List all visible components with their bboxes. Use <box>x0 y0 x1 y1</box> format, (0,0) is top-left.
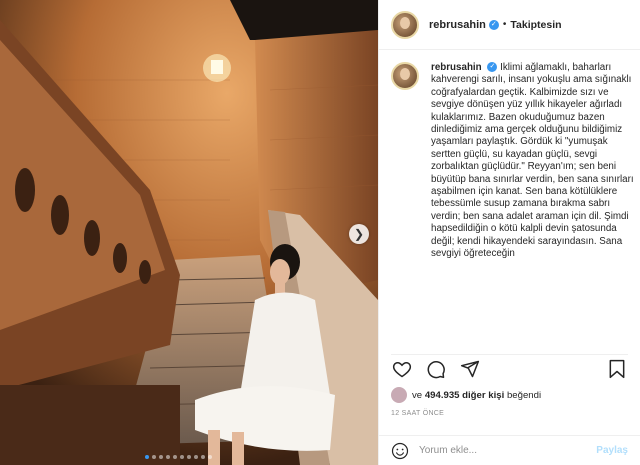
action-bar <box>391 354 628 378</box>
stairway-photo-illustration <box>0 0 378 465</box>
carousel-dot <box>166 455 170 459</box>
likes-row: ve 494.935 diğer kişi beğendi <box>391 387 541 403</box>
save-button[interactable] <box>606 358 628 380</box>
verified-badge-icon: ✓ <box>487 62 498 73</box>
username-link[interactable]: rebrusahin <box>429 19 486 31</box>
carousel-dot <box>180 455 184 459</box>
carousel-dot <box>194 455 198 459</box>
post-photo[interactable]: ❯ <box>0 0 378 465</box>
caption-avatar[interactable] <box>391 62 419 90</box>
emoji-icon[interactable] <box>391 442 409 460</box>
instagram-post: ❯ rebrusahin ✓ • Takiptesin rebrusahin ✓… <box>0 0 640 465</box>
post-comment-button[interactable]: Paylaş <box>596 445 628 456</box>
caption-text-block: rebrusahin ✓ İklimi ağlamaklı, baharları… <box>431 62 634 348</box>
carousel-indicator <box>145 455 212 459</box>
share-icon <box>460 360 480 377</box>
post-timestamp[interactable]: 12 SAAT ÖNCE <box>391 410 444 417</box>
following-button[interactable]: Takiptesin <box>510 19 561 31</box>
verified-badge-icon: ✓ <box>488 19 499 30</box>
share-button[interactable] <box>459 358 481 380</box>
carousel-dot <box>159 455 163 459</box>
carousel-dot <box>173 455 177 459</box>
post-header: rebrusahin ✓ • Takiptesin <box>379 0 640 50</box>
liker-avatar[interactable] <box>391 387 407 403</box>
carousel-next-button[interactable]: ❯ <box>349 224 369 244</box>
carousel-dot <box>201 455 205 459</box>
avatar[interactable] <box>391 10 419 39</box>
likes-suffix: beğendi <box>506 389 542 401</box>
chevron-right-icon: ❯ <box>353 227 365 241</box>
carousel-dot <box>187 455 191 459</box>
caption-text: İklimi ağlamaklı, baharları kahverengi s… <box>431 62 634 260</box>
like-button[interactable] <box>391 358 413 380</box>
carousel-dot <box>208 455 212 459</box>
comment-input[interactable] <box>419 445 597 456</box>
caption-username-link[interactable]: rebrusahin <box>431 62 482 73</box>
caption-area: rebrusahin ✓ İklimi ağlamaklı, baharları… <box>391 62 634 348</box>
likes-connector: ve <box>412 389 423 401</box>
bookmark-icon <box>609 359 625 378</box>
comment-button[interactable] <box>425 358 447 380</box>
post-side-panel: rebrusahin ✓ • Takiptesin rebrusahin ✓ İ… <box>378 0 640 465</box>
heart-icon <box>392 361 412 377</box>
carousel-dot <box>145 455 149 459</box>
likes-count-link[interactable]: 494.935 diğer kişi <box>425 390 504 401</box>
comment-bar: Paylaş <box>379 435 640 465</box>
carousel-dot <box>152 455 156 459</box>
comment-icon <box>427 360 445 378</box>
separator-dot: • <box>502 19 507 30</box>
